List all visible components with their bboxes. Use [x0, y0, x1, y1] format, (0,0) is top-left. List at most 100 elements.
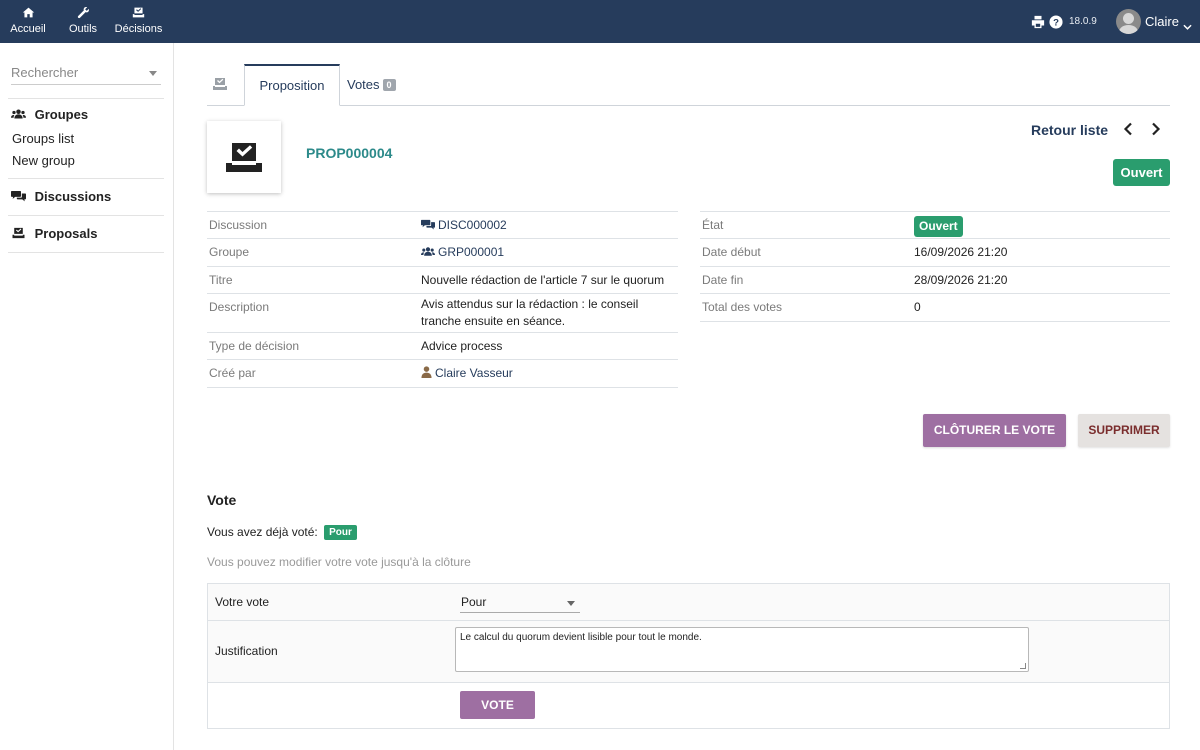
version-label: 18.0.9	[1069, 16, 1097, 27]
tab-votes[interactable]: Votes 0	[347, 77, 396, 92]
back-to-list-link[interactable]: Retour liste	[1031, 122, 1108, 138]
titre-value: Nouvelle rédaction de l'article 7 sur le…	[421, 273, 665, 287]
divider	[8, 215, 164, 216]
sidebar-item-new-group[interactable]: New group	[12, 153, 75, 168]
field-label: Titre	[209, 273, 233, 287]
comments-icon	[421, 219, 435, 230]
creator-value: Claire Vasseur	[435, 366, 513, 380]
sidebar-section-proposals[interactable]: Proposals	[11, 226, 97, 241]
description-line: Avis attendus sur la rédaction : le cons…	[421, 297, 639, 311]
vote-badge: Pour	[324, 525, 357, 540]
field-label: Groupe	[209, 245, 250, 259]
vote-hint: Vous pouvez modifier votre vote jusqu'à …	[207, 555, 471, 569]
groupe-link[interactable]: GRP000001	[421, 244, 504, 261]
vote-box-icon	[12, 227, 25, 239]
sidebar-section-proposals-label: Proposals	[34, 226, 98, 241]
vote-section-title: Vote	[207, 492, 237, 508]
sidebar-section-discussions[interactable]: Discussions	[11, 189, 111, 204]
sidebar-section-groupes[interactable]: Groupes	[11, 107, 88, 122]
already-voted-label: Vous avez déjà voté:	[207, 525, 318, 539]
description-line: tranche ensuite en séance.	[421, 314, 566, 328]
vote-box-icon[interactable]	[212, 77, 228, 94]
creator-link[interactable]: Claire Vasseur	[421, 365, 513, 382]
resize-handle-icon[interactable]	[1020, 663, 1026, 669]
tab-votes-label: Votes	[347, 77, 380, 92]
sidebar-section-discussions-label: Discussions	[34, 189, 112, 204]
chevron-down-icon[interactable]	[149, 71, 157, 76]
help-icon[interactable]: ?	[1049, 15, 1063, 32]
vote-box-icon	[226, 143, 262, 172]
printer-icon[interactable]	[1031, 15, 1045, 32]
divider	[8, 252, 164, 253]
search-placeholder: Rechercher	[11, 65, 79, 80]
field-row-groupe: Groupe GRP000001	[207, 239, 678, 267]
vote-form-row: Justification Le calcul du quorum devien…	[208, 621, 1169, 683]
total-votes-value: 0	[914, 300, 921, 314]
chevron-down-icon[interactable]	[1183, 18, 1192, 33]
search-input[interactable]: Rechercher	[11, 65, 161, 85]
tab-proposition[interactable]: Proposition	[244, 64, 340, 106]
chevron-left-icon[interactable]	[1123, 122, 1133, 139]
justification-value: Le calcul du quorum devient lisible pour…	[460, 632, 702, 643]
field-label: Total des votes	[702, 300, 783, 314]
field-label: Type de décision	[209, 339, 300, 353]
fields-right: État Ouvert Date début 16/09/2026 21:20 …	[700, 211, 1170, 322]
field-label: Date début	[702, 245, 761, 259]
vote-box-icon	[114, 6, 163, 23]
field-row-total-votes: Total des votes 0	[700, 294, 1170, 322]
field-row-description: Description Avis attendus sur la rédacti…	[207, 294, 678, 333]
etat-value: Ouvert	[914, 216, 963, 237]
home-icon	[10, 6, 46, 23]
discussion-value: DISC000002	[438, 218, 507, 232]
sidebar-item-groups-list[interactable]: Groups list	[12, 131, 74, 146]
close-vote-button[interactable]: CLÔTURER LE VOTE	[923, 414, 1066, 447]
field-row-date-fin: Date fin 28/09/2026 21:20	[700, 267, 1170, 294]
field-row-date-debut: Date début 16/09/2026 21:20	[700, 239, 1170, 267]
nav-accueil-label: Accueil	[10, 23, 46, 35]
record-image	[207, 121, 281, 193]
chevron-right-icon[interactable]	[1151, 122, 1161, 139]
vote-form-row: Votre vote Pour	[208, 584, 1169, 621]
fields-left: Discussion DISC000002 Groupe GRP000001 T…	[207, 211, 678, 388]
field-label: Date fin	[702, 273, 744, 287]
wrench-icon	[68, 6, 98, 23]
nav-decisions[interactable]: Décisions	[114, 6, 163, 35]
field-label: Description	[209, 300, 270, 314]
vote-select-value: Pour	[461, 595, 487, 609]
field-row-discussion: Discussion DISC000002	[207, 212, 678, 239]
vote-button[interactable]: VOTE	[460, 691, 535, 719]
nav-decisions-label: Décisions	[114, 23, 163, 35]
field-label: État	[702, 218, 724, 232]
users-icon	[11, 109, 26, 119]
field-label: Créé par	[209, 366, 256, 380]
votes-count-badge: 0	[382, 79, 396, 91]
delete-button[interactable]: SUPPRIMER	[1078, 414, 1170, 447]
divider	[8, 178, 164, 179]
record-tabs: Proposition Votes 0	[207, 64, 1170, 106]
discussion-link[interactable]: DISC000002	[421, 217, 507, 234]
divider	[8, 98, 164, 99]
status-badge[interactable]: Ouvert	[1113, 159, 1170, 186]
justification-label: Justification	[215, 644, 278, 658]
already-voted-text: Vous avez déjà voté: Pour	[207, 525, 357, 540]
user-menu[interactable]: Claire	[1145, 14, 1179, 29]
field-row-type: Type de décision Advice process	[207, 333, 678, 360]
description-value: Avis attendus sur la rédaction : le cons…	[421, 296, 638, 330]
field-row-cree-par: Créé par Claire Vasseur	[207, 360, 678, 388]
sidebar-section-groupes-label: Groupes	[34, 107, 89, 122]
date-debut-value: 16/09/2026 21:20	[914, 245, 1008, 259]
type-value: Advice process	[421, 339, 503, 353]
users-icon	[421, 247, 435, 256]
nav-accueil[interactable]: Accueil	[10, 6, 46, 35]
nav-outils[interactable]: Outils	[68, 6, 98, 35]
field-row-etat: État Ouvert	[700, 212, 1170, 239]
your-vote-label: Votre vote	[215, 595, 270, 609]
status-badge: Ouvert	[914, 216, 963, 237]
justification-textarea[interactable]: Le calcul du quorum devient lisible pour…	[455, 627, 1029, 672]
vote-select[interactable]: Pour	[460, 593, 580, 613]
sidebar: Rechercher Groupes Groups list New group…	[0, 43, 174, 750]
avatar[interactable]	[1116, 9, 1141, 34]
svg-text:?: ?	[1053, 18, 1059, 29]
vote-form: Votre vote Pour Justification Le calcul …	[207, 583, 1170, 729]
chevron-down-icon	[567, 601, 575, 606]
